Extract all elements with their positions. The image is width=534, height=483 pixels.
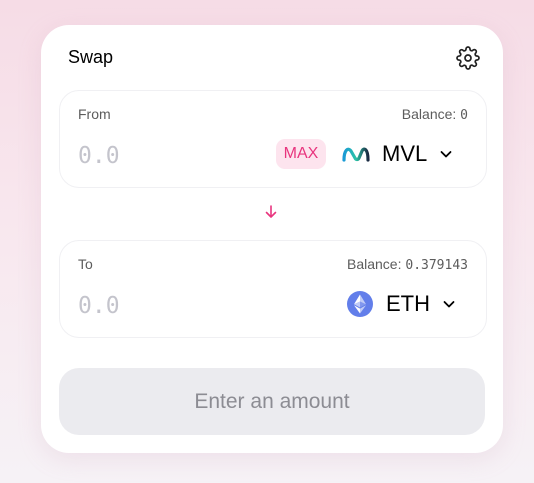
arrow-down-icon[interactable] — [263, 204, 279, 220]
to-balance-label: Balance: — [347, 256, 406, 272]
chevron-down-icon — [439, 147, 453, 161]
from-balance: Balance: 0 — [402, 106, 468, 123]
from-label: From — [78, 106, 111, 122]
from-panel: From Balance: 0 MAX MVL — [59, 90, 487, 188]
to-balance-value: 0.379143 — [405, 258, 468, 273]
enter-amount-button[interactable]: Enter an amount — [59, 368, 485, 435]
gear-icon[interactable] — [456, 46, 480, 70]
to-balance: Balance: 0.379143 — [347, 256, 468, 273]
from-token-symbol: MVL — [382, 141, 428, 166]
swap-card: Swap From Balance: 0 MAX — [41, 25, 503, 453]
from-balance-label: Balance: — [401, 106, 461, 122]
from-token-select[interactable]: MVL — [342, 139, 453, 169]
eth-token-icon — [346, 290, 374, 318]
to-label: To — [78, 256, 93, 272]
chevron-down-icon — [442, 297, 456, 311]
max-button[interactable]: MAX — [276, 139, 326, 169]
page-title: Swap — [68, 47, 114, 67]
to-token-symbol: ETH — [386, 291, 430, 316]
to-token-select[interactable]: ETH — [346, 289, 456, 319]
to-amount-input[interactable] — [78, 289, 238, 323]
from-balance-value: 0 — [460, 108, 468, 123]
swap-header: Swap — [68, 46, 480, 70]
mvl-token-icon — [342, 140, 370, 168]
to-panel: To Balance: 0.379143 ETH — [59, 240, 487, 338]
from-amount-input[interactable] — [78, 139, 238, 173]
